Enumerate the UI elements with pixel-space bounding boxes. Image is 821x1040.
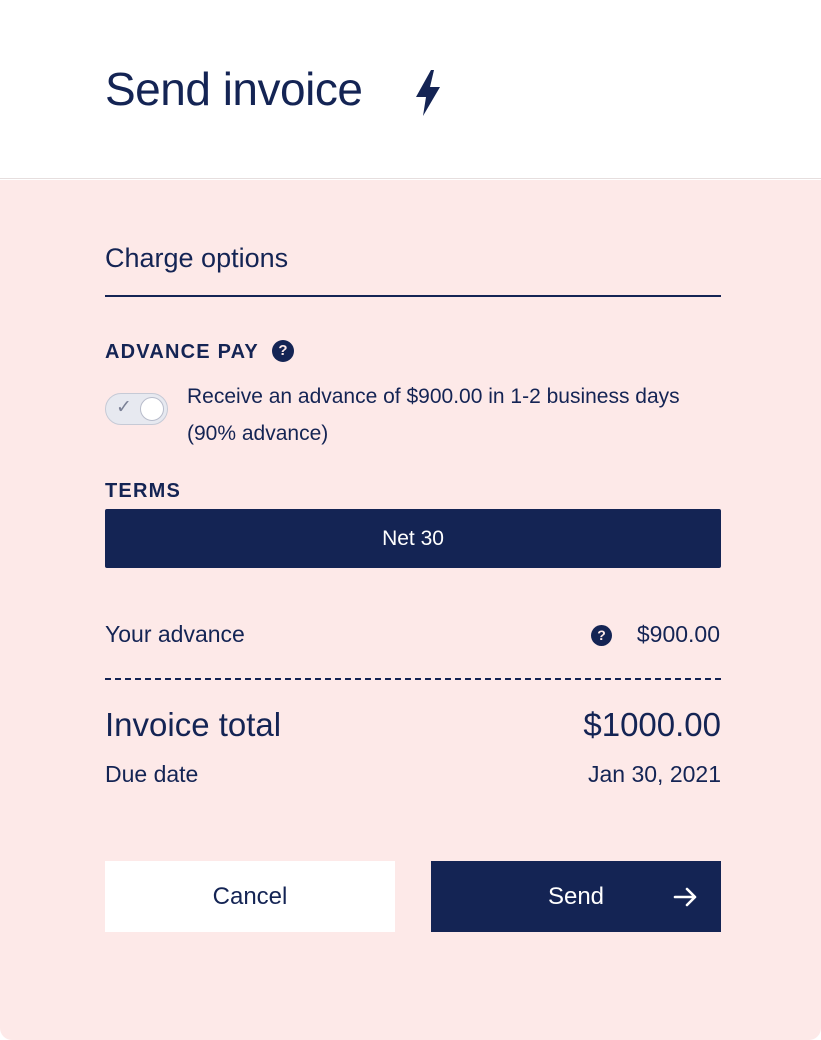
summary-divider [105,678,721,680]
due-date-value: Jan 30, 2021 [587,761,721,787]
your-advance-label: Your advance [105,621,245,647]
terms-select[interactable]: Net 30 [105,509,721,568]
page-title: Send invoice [105,63,363,115]
your-advance-help-icon[interactable]: ? [591,625,612,646]
section-divider [105,295,721,297]
invoice-total-label: Invoice total [105,706,282,743]
checkmark-icon: ✓ [116,397,132,418]
terms-label: TERMS [105,480,181,502]
due-date-label: Due date [105,761,199,787]
advance-pay-description: Receive an advance of $900.00 in 1-2 bus… [187,385,680,445]
lightning-bolt-icon [416,70,440,116]
advance-pay-label: ADVANCE PAY [105,341,259,363]
send-button[interactable]: Send [431,861,721,932]
advance-pay-toggle[interactable]: ✓ [105,393,168,425]
invoice-total-value: $1000.00 [583,706,721,743]
section-title-charge-options: Charge options [105,243,289,273]
your-advance-value: $900.00 [636,621,720,647]
send-invoice-card: Send invoice Charge options ADVANCE PAY … [0,0,821,1040]
arrow-right-icon [673,887,697,907]
advance-pay-help-icon[interactable]: ? [272,340,294,362]
header: Send invoice [0,0,821,179]
toggle-knob [140,397,164,421]
cancel-button[interactable]: Cancel [105,861,395,932]
